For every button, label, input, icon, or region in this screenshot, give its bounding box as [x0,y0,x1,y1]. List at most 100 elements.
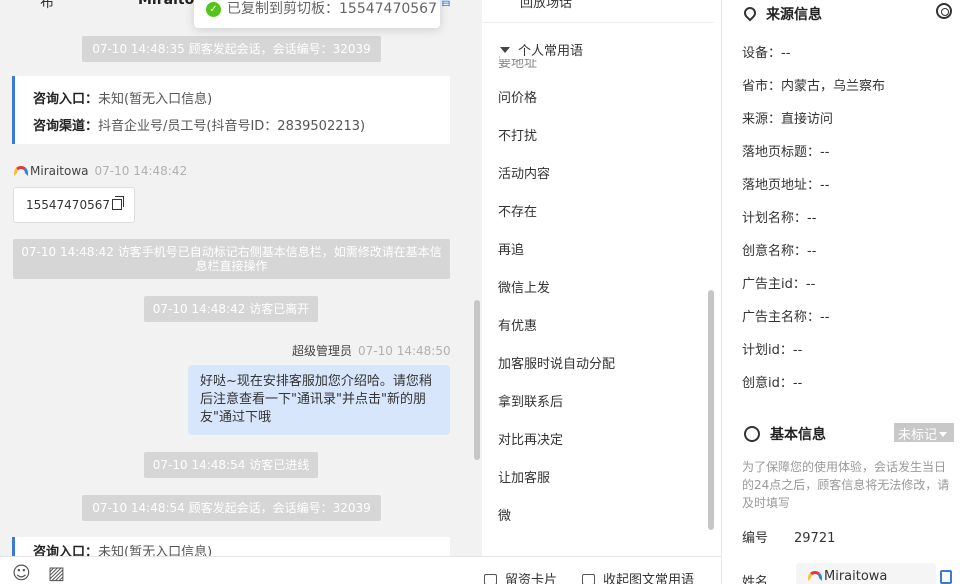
visitor-time: 07-10 14:48:42 [94,164,188,178]
tab-right[interactable]: 昔 [440,0,452,9]
source-row-idea-name: 创意名称：-- [742,240,816,259]
row-value: -- [820,310,830,325]
visitor-meta: Miraitowa 07-10 14:48:42 [14,164,187,178]
source-row-source: 来源：直接访问 [742,108,833,127]
personal-phrases-title: 个人常用语 [518,44,584,59]
phrase-item[interactable]: 让加客服 [498,467,550,486]
consult-channel-label: 咨询渠道： [33,119,99,134]
system-message: 07-10 14:48:35 顾客发起会话，会话编号：32039 [82,36,381,62]
chevron-down-icon [939,432,948,437]
phrases-top-title[interactable]: 回放场话 [520,0,572,11]
source-row-page-url: 落地页地址：-- [742,174,829,193]
mark-status-label: 未标记 [898,428,938,443]
rainbow-avatar-icon [808,571,822,581]
row-label: 广告主id： [742,277,806,292]
phrases-bottom-bar: 留资卡片 收起图文常用语 [482,556,721,584]
app-root: 布 Miraitow 昔 07-10 14:48:35 顾客发起会话，会话编号：… [0,0,968,584]
row-value: -- [792,343,803,358]
row-label: 计划id： [742,343,793,358]
phrase-item[interactable]: 加客服时说自动分配 [498,353,615,372]
location-pin-icon [741,4,759,22]
row-label: 广告主名称： [742,310,821,325]
basic-info-header: 基本信息 [744,424,826,444]
source-row-page-title: 落地页标题：-- [742,141,829,160]
name-label: 姓名 [742,575,769,584]
copy-toast: ✓ 已复制到剪切板：15547470567 [194,0,440,28]
toast-text: 已复制到剪切板：15547470567 [227,1,437,17]
consult-entry-row: 咨询入口：未知(暂无入口信息) [33,86,432,113]
personal-phrases-header[interactable]: 个人常用语 [500,40,590,59]
phrase-item[interactable]: 拿到联系后 [498,391,563,410]
row-label: 创意名称： [742,244,808,259]
chat-panel: 布 Miraitow 昔 07-10 14:48:35 顾客发起会话，会话编号：… [0,0,482,584]
copy-document-icon[interactable] [940,570,952,584]
collapse-phrases-button[interactable]: 收起图文常用语 [582,569,694,584]
row-value: -- [820,178,830,193]
rainbow-avatar-icon [14,166,28,176]
agent-name: 超级管理员 [292,344,353,358]
name-field[interactable]: Miraitowa [796,563,936,584]
caret-down-icon [500,47,510,53]
phrase-item[interactable]: 有优惠 [498,315,537,334]
image-icon[interactable]: ▨ [48,564,68,584]
source-info-header: 来源信息 [741,4,822,24]
lead-card-button[interactable]: 留资卡片 [484,569,557,584]
source-row-idea-id: 创意id：-- [742,372,802,391]
phrase-item[interactable]: 不存在 [498,201,537,220]
system-message: 07-10 14:48:54 访客已进线 [144,452,318,478]
system-message: 07-10 14:48:42 访客手机号已自动标记右侧基本信息栏，如需修改请在基… [13,239,450,279]
row-value: -- [781,46,791,61]
settings-icon[interactable] [936,3,952,19]
consult-channel-row: 咨询渠道：抖音企业号/员工号(抖音号ID：2839502213) [33,113,432,140]
phrase-item[interactable]: 活动内容 [498,163,550,182]
row-value: -- [805,277,816,292]
system-message: 07-10 14:48:54 顾客发起会话，会话编号：32039 [82,495,381,521]
row-value: -- [820,145,830,160]
row-label: 省市： [742,79,782,94]
mark-status-dropdown[interactable]: 未标记 [894,423,954,443]
card-icon [484,574,497,584]
agent-meta: 超级管理员 07-10 14:48:50 [292,342,451,359]
source-row-advertiser-id: 广告主id：-- [742,273,815,292]
consult-entry-value: 未知(暂无入口信息) [98,92,213,107]
edit-deadline-note: 为了保障您的使用体验，会话发生当日的24点之后，顾客信息将无法修改，请及时填写 [742,460,950,510]
phrase-item[interactable]: 不打扰 [498,125,537,144]
source-row-plan-name: 计划名称：-- [742,207,816,226]
success-check-icon: ✓ [206,2,221,17]
customer-id-row: 编号 29721 [742,527,835,546]
user-circle-icon [744,426,760,442]
row-value: -- [807,244,817,259]
basic-info-title: 基本信息 [770,427,826,443]
row-label: 计划名称： [742,211,808,226]
id-value: 29721 [794,531,836,546]
source-row-plan-id: 计划id：-- [742,339,802,358]
consult-info-card: 咨询入口：未知(暂无入口信息) 咨询渠道：抖音企业号/员工号(抖音号ID：283… [12,76,450,144]
agent-time: 07-10 14:48:50 [358,344,451,358]
row-value: 直接访问 [781,112,834,127]
visitor-name: Miraitowa [30,164,89,178]
row-label: 设备： [742,46,782,61]
visitor-phone-bubble[interactable]: 15547470567 [13,187,135,223]
chat-scrollbar[interactable] [474,300,480,460]
row-value: -- [792,376,803,391]
phrase-item[interactable]: 对比再决定 [498,429,563,448]
emoji-icon[interactable]: ☺ [12,564,32,584]
collapse-icon [582,574,595,584]
source-row-device: 设备：-- [742,42,790,61]
row-label: 落地页地址： [742,178,821,193]
phrase-item[interactable]: 微 [498,505,511,524]
row-value: -- [807,211,817,226]
collapse-phrases-label: 收起图文常用语 [603,573,695,584]
copy-icon[interactable] [111,196,124,210]
consult-entry-label: 咨询入口： [33,92,99,107]
phrases-scrollbar[interactable] [708,290,714,530]
id-label: 编号 [742,531,769,546]
phrase-item[interactable]: 再追 [498,239,524,258]
source-row-advertiser-name: 广告主名称：-- [742,306,829,325]
name-value: Miraitowa [824,569,888,584]
phrase-item[interactable]: 微信上发 [498,277,550,296]
row-label: 落地页标题： [742,145,821,160]
tab-left[interactable]: 布 [40,0,54,12]
phrase-item[interactable]: 问价格 [498,87,537,106]
phrases-panel: 回放场话 要地址 个人常用语 问价格 不打扰 活动内容 不存在 再追 微信上发 … [482,0,722,584]
